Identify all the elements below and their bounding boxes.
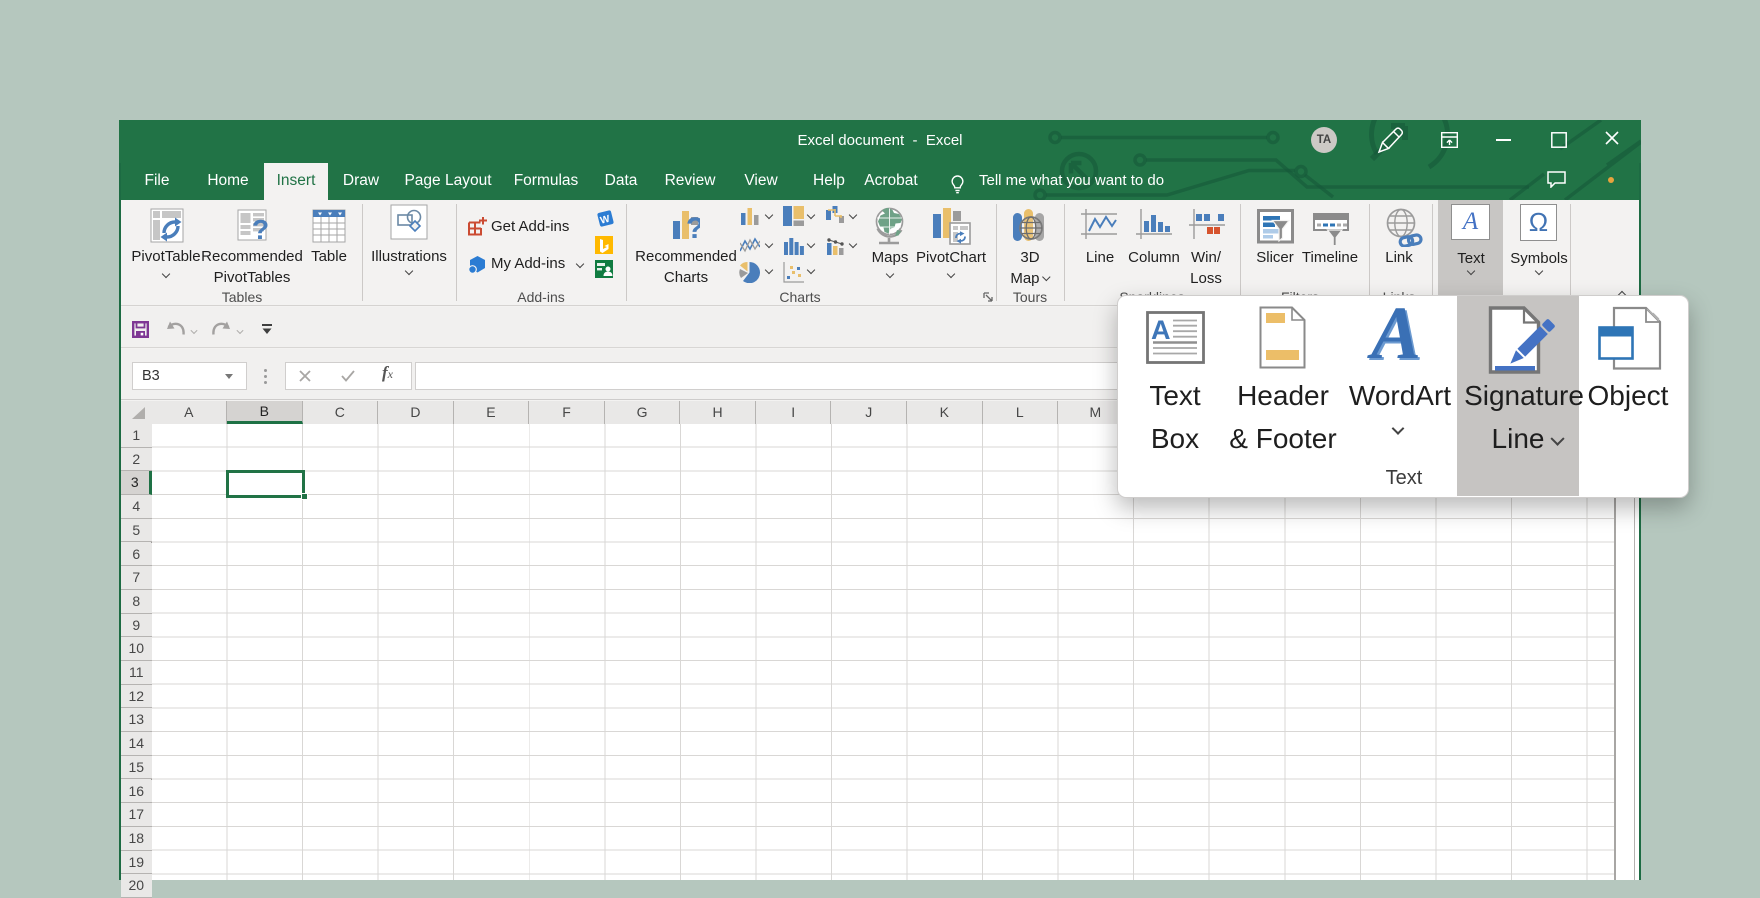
svg-text:A: A — [1151, 315, 1171, 345]
svg-text:?: ? — [252, 214, 269, 243]
svg-text:?: ? — [686, 212, 700, 244]
